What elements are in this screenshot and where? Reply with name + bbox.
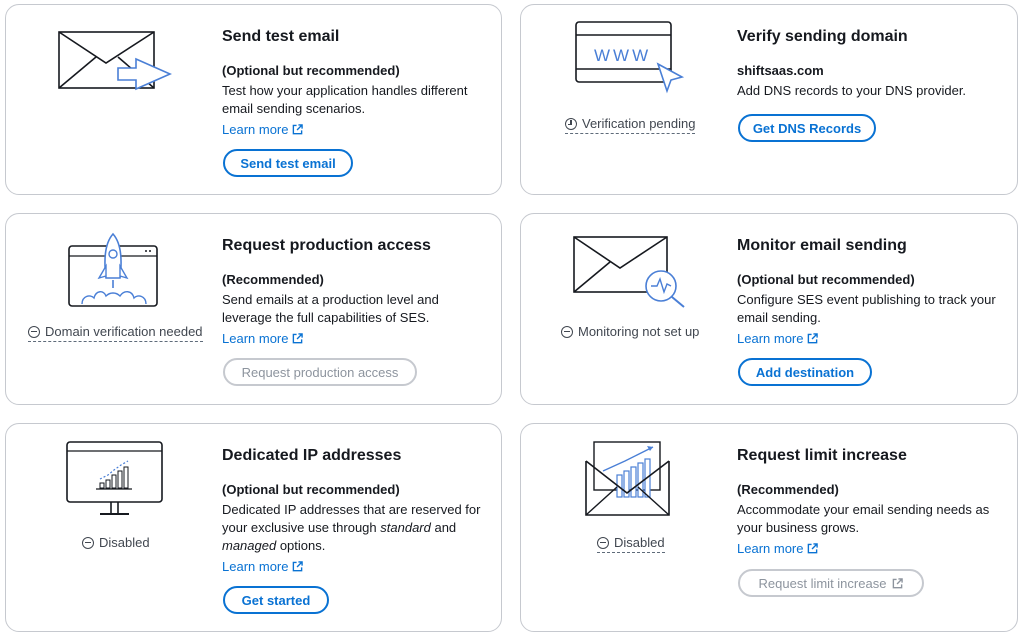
add-destination-button[interactable]: Add destination <box>738 358 872 386</box>
status-disabled: Disabled <box>82 535 150 552</box>
status-verification-pending: Verification pending <box>565 116 696 134</box>
button-label: Get DNS Records <box>752 120 862 136</box>
card-title: Send test email <box>222 28 340 45</box>
external-link-icon <box>893 577 904 588</box>
get-dns-records-button[interactable]: Get DNS Records <box>738 114 876 142</box>
request-limit-increase-button[interactable]: Request limit increase <box>738 569 924 597</box>
button-label: Request limit increase <box>758 575 887 591</box>
card-description: Test how your application handles differ… <box>222 83 468 116</box>
browser-www-icon: WWW Verification pending <box>521 5 731 194</box>
minus-circle-icon <box>561 325 573 338</box>
clock-icon <box>565 117 577 130</box>
card-description: Dedicated IP addresses that are reserved… <box>222 501 487 555</box>
monitor-chart-icon: Disabled <box>6 424 216 631</box>
status-text: Disabled <box>99 535 150 550</box>
button-label: Send test email <box>240 155 336 171</box>
card-description: Add DNS records to your DNS provider. <box>737 83 967 98</box>
status-text: Disabled <box>614 535 665 550</box>
learn-more-link[interactable]: Learn more <box>222 331 304 346</box>
description-emphasis: standard <box>380 520 431 535</box>
card-production-access: Domain verification needed Request produ… <box>5 213 502 405</box>
card-send-test-email: Send test email (Optional but recommende… <box>5 4 502 195</box>
card-subtitle: (Optional but recommended) <box>222 482 400 497</box>
external-link-icon <box>808 333 819 344</box>
status-disabled: Disabled <box>597 535 665 553</box>
status-text: Domain verification needed <box>45 324 203 339</box>
card-title: Verify sending domain <box>737 28 908 45</box>
card-dedicated-ip: Disabled Dedicated IP addresses (Optiona… <box>5 423 502 632</box>
button-label: Get started <box>241 592 311 608</box>
request-production-access-button[interactable]: Request production access <box>223 358 417 386</box>
status-text: Verification pending <box>582 116 696 131</box>
get-started-button[interactable]: Get started <box>223 586 329 614</box>
domain-name: shiftsaas.com <box>737 63 824 78</box>
envelope-send-icon <box>6 5 216 194</box>
card-description: Configure SES event publishing to track … <box>737 292 996 325</box>
card-subtitle: (Recommended) <box>222 272 324 287</box>
learn-more-link[interactable]: Learn more <box>222 559 304 574</box>
card-title: Request limit increase <box>737 447 907 464</box>
card-title: Request production access <box>222 237 431 254</box>
external-link-icon <box>293 124 304 135</box>
external-link-icon <box>808 543 819 554</box>
learn-more-label: Learn more <box>222 559 289 574</box>
card-subtitle: (Optional but recommended) <box>222 63 400 78</box>
minus-circle-icon <box>28 325 40 338</box>
envelope-monitor-icon: Monitoring not set up <box>521 214 731 404</box>
card-subtitle: (Optional but recommended) <box>737 272 915 287</box>
card-subtitle: (Recommended) <box>737 482 839 497</box>
description-text: options. <box>276 538 326 553</box>
envelope-growth-chart-icon: Disabled <box>521 424 731 631</box>
send-test-email-button[interactable]: Send test email <box>223 149 353 177</box>
card-title: Dedicated IP addresses <box>222 447 402 464</box>
learn-more-label: Learn more <box>737 331 804 346</box>
learn-more-label: Learn more <box>737 541 804 556</box>
status-domain-verification-needed: Domain verification needed <box>28 324 203 342</box>
button-label: Request production access <box>241 364 399 380</box>
minus-circle-icon <box>597 536 609 549</box>
description-text: and <box>430 520 457 535</box>
card-monitor-email: Monitoring not set up Monitor email send… <box>520 213 1018 405</box>
learn-more-link[interactable]: Learn more <box>737 331 819 346</box>
learn-more-link[interactable]: Learn more <box>222 122 304 137</box>
minus-circle-icon <box>82 536 94 549</box>
status-text: Monitoring not set up <box>578 324 700 339</box>
card-limit-increase: Disabled Request limit increase (Recomme… <box>520 423 1018 632</box>
button-label: Add destination <box>755 364 855 380</box>
card-description: Accommodate your email sending needs as … <box>737 502 990 535</box>
www-text: WWW <box>594 46 651 65</box>
external-link-icon <box>293 561 304 572</box>
card-description: Send emails at a production level and le… <box>222 292 439 325</box>
rocket-launch-icon: Domain verification needed <box>6 214 216 404</box>
learn-more-label: Learn more <box>222 122 289 137</box>
learn-more-label: Learn more <box>222 331 289 346</box>
learn-more-link[interactable]: Learn more <box>737 541 819 556</box>
external-link-icon <box>293 333 304 344</box>
status-monitoring-not-set-up: Monitoring not set up <box>561 324 699 341</box>
description-emphasis: managed <box>222 538 277 553</box>
card-verify-domain: WWW Verification pending Verify sending … <box>520 4 1018 195</box>
card-title: Monitor email sending <box>737 237 907 254</box>
